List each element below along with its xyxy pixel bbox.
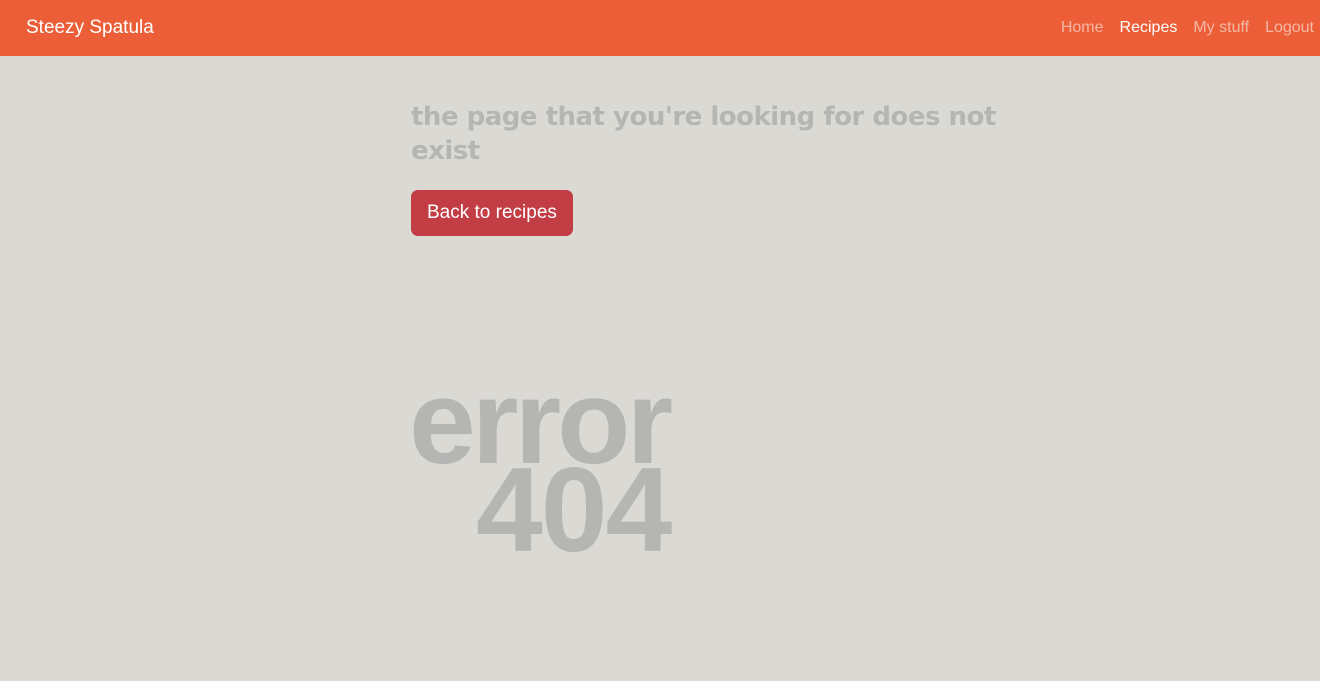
nav-links: Home Recipes My stuff Logout — [1061, 0, 1314, 56]
top-navbar: Steezy Spatula Home Recipes My stuff Log… — [0, 0, 1320, 56]
error-code-heading: 404 — [476, 443, 672, 577]
not-found-content: the page that you're looking for does no… — [411, 100, 1011, 236]
nav-link-my-stuff[interactable]: My stuff — [1193, 19, 1249, 37]
nav-link-logout[interactable]: Logout — [1265, 19, 1314, 37]
not-found-message: the page that you're looking for does no… — [411, 102, 996, 166]
nav-link-recipes[interactable]: Recipes — [1120, 19, 1178, 37]
back-to-recipes-button[interactable]: Back to recipes — [411, 190, 573, 236]
nav-link-home[interactable]: Home — [1061, 19, 1104, 37]
brand-link[interactable]: Steezy Spatula — [26, 0, 154, 56]
